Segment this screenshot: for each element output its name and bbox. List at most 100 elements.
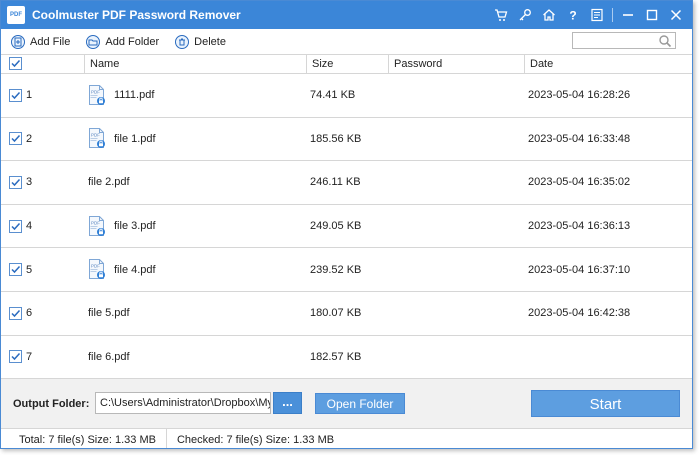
browse-button[interactable]: ... <box>273 392 302 414</box>
file-name: file 5.pdf <box>88 307 130 320</box>
home-icon[interactable] <box>537 1 561 29</box>
row-select-cell: 7 <box>1 336 85 379</box>
file-size: 180.07 KB <box>310 307 362 320</box>
minimize-icon[interactable] <box>616 1 640 29</box>
svg-text:PDF: PDF <box>91 89 100 94</box>
file-name: file 6.pdf <box>88 350 130 363</box>
file-name-cell: PDF file 3.pdf <box>85 205 307 248</box>
date-column-header[interactable]: Date <box>525 55 692 74</box>
title-bar: PDF Coolmuster PDF Password Remover ? <box>1 1 692 29</box>
checked-status: Checked: 7 file(s) Size: 1.33 MB <box>176 433 335 446</box>
svg-text:PDF: PDF <box>91 264 100 269</box>
size-column-header[interactable]: Size <box>307 55 389 74</box>
locked-pdf-icon: PDF <box>88 128 106 149</box>
table-row[interactable]: 4 PDF file 3.pdf 249.05 KB 2023-05-04 16:36:… <box>1 205 692 249</box>
row-number: 7 <box>26 350 33 363</box>
file-date: 2023-05-04 16:28:26 <box>528 89 631 102</box>
add-file-icon <box>11 34 25 49</box>
row-number: 2 <box>26 132 33 145</box>
search-icon[interactable] <box>658 34 672 51</box>
table-body: 1 PDF 1111.pdf 74.41 KB 2023-05-04 16:28:26 2… <box>1 74 692 380</box>
table-header: Name Size Password Date <box>1 55 692 74</box>
table-row[interactable]: 1 PDF 1111.pdf 74.41 KB 2023-05-04 16:28:26 <box>1 74 692 118</box>
password-column-header[interactable]: Password <box>389 55 525 74</box>
trash-icon <box>175 34 190 49</box>
total-status: Total: 7 file(s) Size: 1.33 MB <box>19 433 156 446</box>
row-checkbox[interactable] <box>9 350 22 364</box>
password-cell[interactable] <box>389 205 525 248</box>
row-checkbox[interactable] <box>9 306 22 320</box>
file-date: 2023-05-04 16:33:48 <box>528 132 631 145</box>
add-folder-label: Add Folder <box>105 35 160 48</box>
locked-pdf-icon: PDF <box>88 84 106 106</box>
output-panel: Output Folder: C:\Users\Administrator\Dr… <box>1 378 692 428</box>
file-name-cell: file 2.pdf <box>85 161 307 204</box>
file-date: 2023-05-04 16:36:13 <box>528 220 631 233</box>
password-cell[interactable] <box>389 118 525 161</box>
file-size: 185.56 KB <box>310 132 362 145</box>
file-name-cell: PDF file 4.pdf <box>85 248 307 291</box>
file-name: file 3.pdf <box>114 220 156 233</box>
cart-icon[interactable] <box>489 1 513 29</box>
file-date: 2023-05-04 16:37:10 <box>528 263 631 276</box>
toolbar: Add File Add Folder Delete <box>1 29 692 54</box>
table-row[interactable]: 3 file 2.pdf 246.11 KB 2023-05-04 16:35:02 <box>1 161 692 205</box>
search-input[interactable] <box>573 33 657 48</box>
maximize-icon[interactable] <box>640 1 664 29</box>
row-checkbox[interactable] <box>9 132 22 146</box>
svg-text:PDF: PDF <box>91 220 100 225</box>
row-checkbox[interactable] <box>9 219 22 233</box>
help-icon[interactable]: ? <box>561 1 585 29</box>
password-cell[interactable] <box>389 292 525 335</box>
table-row[interactable]: 2 PDF file 1.pdf 185.56 KB 2023-05-04 16:33:… <box>1 118 692 162</box>
row-select-cell: 6 <box>1 292 85 335</box>
password-cell[interactable] <box>389 161 525 204</box>
file-name-cell: PDF file 1.pdf <box>85 118 307 161</box>
file-size: 246.11 KB <box>310 176 361 189</box>
file-name: 1111.pdf <box>114 89 155 102</box>
name-column-header[interactable]: Name <box>85 55 307 74</box>
password-cell[interactable] <box>389 74 525 117</box>
locked-pdf-icon: PDF <box>88 259 106 280</box>
row-checkbox[interactable] <box>9 175 22 189</box>
add-folder-button[interactable]: Add Folder <box>80 31 165 53</box>
table-row[interactable]: 5 PDF file 4.pdf 239.52 KB 2023-05-04 16:37:… <box>1 248 692 292</box>
feedback-icon[interactable] <box>585 1 609 29</box>
open-folder-button[interactable]: Open Folder <box>315 393 405 414</box>
table-row[interactable]: 7 file 6.pdf 182.57 KB <box>1 336 692 380</box>
file-date: 2023-05-04 16:42:38 <box>528 307 631 320</box>
password-cell[interactable] <box>389 336 525 379</box>
row-select-cell: 5 <box>1 248 85 291</box>
output-path-field[interactable]: C:\Users\Administrator\Dropbox\My PDF <box>95 392 271 414</box>
delete-label: Delete <box>194 35 226 48</box>
app-window: PDF Coolmuster PDF Password Remover ? Ad… <box>0 0 693 449</box>
select-all-checkbox[interactable] <box>9 57 22 70</box>
file-name: file 2.pdf <box>88 176 130 189</box>
row-checkbox[interactable] <box>9 88 22 102</box>
file-name: file 4.pdf <box>114 263 156 276</box>
search-box <box>572 32 676 49</box>
row-select-cell: 1 <box>1 74 85 117</box>
window-title: Coolmuster PDF Password Remover <box>32 8 241 22</box>
file-name-cell: file 5.pdf <box>85 292 307 335</box>
row-checkbox[interactable] <box>9 263 22 277</box>
add-file-button[interactable]: Add File <box>5 31 76 53</box>
add-file-label: Add File <box>30 35 71 48</box>
svg-text:?: ? <box>569 9 576 23</box>
file-size: 74.41 KB <box>310 89 356 102</box>
delete-button[interactable]: Delete <box>169 31 232 53</box>
file-size: 239.52 KB <box>310 263 362 276</box>
row-number: 1 <box>26 89 33 102</box>
file-name-cell: file 6.pdf <box>85 336 307 379</box>
password-cell[interactable] <box>389 248 525 291</box>
table-row[interactable]: 6 file 5.pdf 180.07 KB 2023-05-04 16:42:38 <box>1 292 692 336</box>
output-folder-label: Output Folder: <box>13 398 90 410</box>
file-date <box>525 336 692 379</box>
key-icon[interactable] <box>513 1 537 29</box>
add-folder-icon <box>86 34 101 49</box>
close-icon[interactable] <box>664 1 688 29</box>
row-number: 3 <box>26 176 33 189</box>
row-select-cell: 3 <box>1 161 85 204</box>
status-bar: Total: 7 file(s) Size: 1.33 MB Checked: … <box>1 428 692 448</box>
start-button[interactable]: Start <box>531 390 680 417</box>
